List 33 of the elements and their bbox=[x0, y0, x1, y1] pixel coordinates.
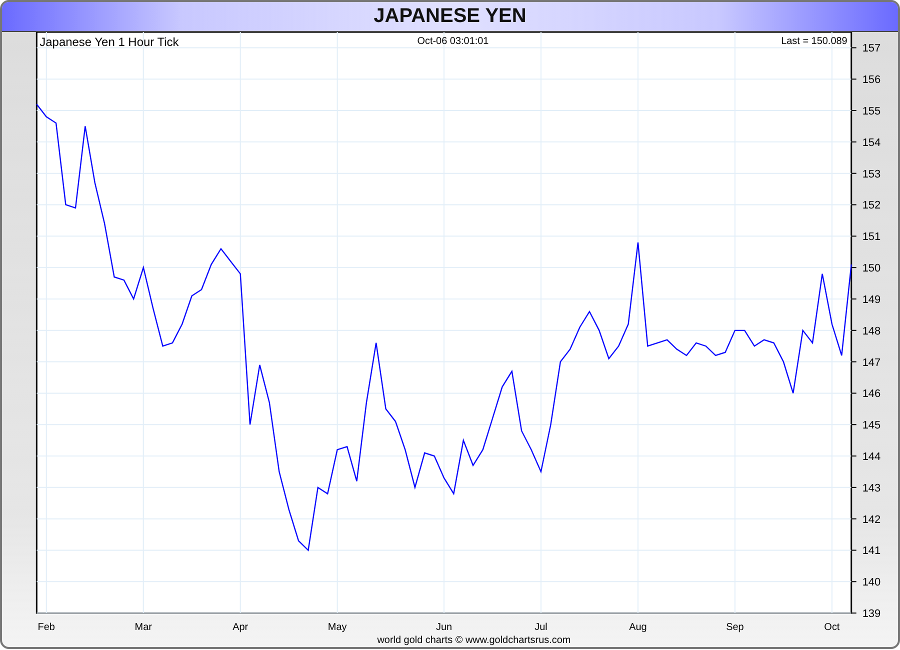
y-axis-label: 140 bbox=[862, 576, 881, 589]
y-axis-label: 150 bbox=[862, 262, 881, 275]
last-value-label: Last = 150.089 bbox=[781, 36, 848, 47]
x-axis-label: Apr bbox=[232, 622, 248, 634]
x-axis-label: Mar bbox=[134, 622, 152, 634]
x-axis-label: Feb bbox=[38, 622, 55, 634]
y-axis-label: 146 bbox=[862, 388, 881, 400]
y-axis-label: 151 bbox=[862, 231, 881, 244]
timestamp-label: Oct-06 03:01:01 bbox=[417, 36, 489, 47]
y-axis-label: 153 bbox=[862, 168, 881, 180]
x-axis-label: Jul bbox=[534, 622, 548, 634]
y-axis-label: 154 bbox=[862, 136, 881, 149]
y-axis-label: 147 bbox=[862, 356, 881, 369]
y-axis-label: 152 bbox=[862, 200, 881, 212]
x-axis-label: Jun bbox=[436, 622, 452, 634]
x-axis-label: Sep bbox=[726, 622, 744, 634]
y-axis-label: 148 bbox=[862, 325, 881, 338]
y-axis-label: 142 bbox=[862, 514, 881, 526]
chart-title: Japanese Yen 1 Hour Tick bbox=[40, 34, 179, 49]
x-axis-label: Oct bbox=[824, 622, 840, 634]
y-axis-label: 155 bbox=[862, 106, 881, 118]
y-axis-label: 141 bbox=[862, 545, 881, 558]
y-axis-label: 145 bbox=[862, 420, 881, 432]
y-axis-label: 144 bbox=[862, 451, 881, 463]
y-axis-label: 139 bbox=[862, 608, 881, 620]
y-axis-label: 143 bbox=[862, 482, 881, 494]
y-axis-label: 149 bbox=[862, 294, 881, 306]
y-axis-label: 157 bbox=[862, 42, 881, 55]
x-axis-label: May bbox=[328, 622, 347, 634]
footer-credit: world gold charts © www.goldchartsrus.com bbox=[377, 635, 571, 646]
y-axis-label: 156 bbox=[862, 74, 881, 86]
x-axis-label: Aug bbox=[629, 622, 647, 634]
window-title: JAPANESE YEN bbox=[374, 5, 526, 28]
